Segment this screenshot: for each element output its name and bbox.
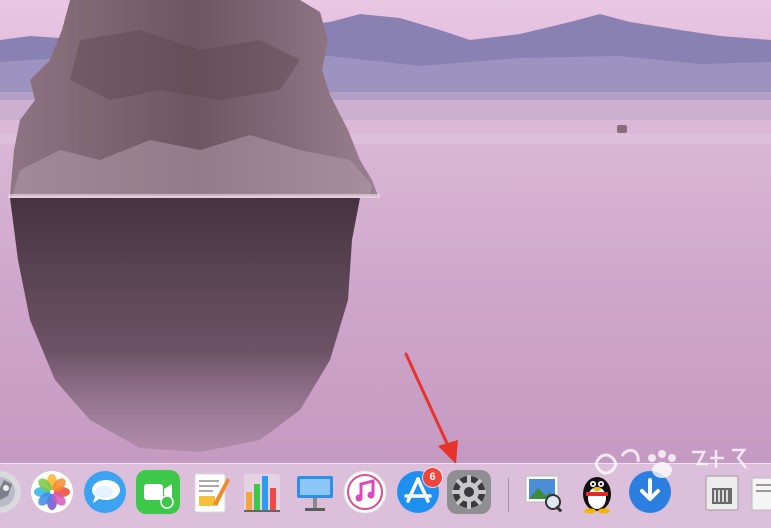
podium-icon	[297, 476, 333, 511]
photo-magnifier-icon	[525, 475, 563, 513]
baidu-watermark-logo	[592, 444, 771, 520]
video-camera-icon	[136, 470, 180, 514]
bar-chart-icon	[244, 474, 280, 512]
music-note-icon	[343, 470, 387, 514]
photos-flower-icon	[31, 471, 73, 513]
pages-app[interactable]	[189, 470, 233, 514]
keynote-app[interactable]	[293, 470, 337, 514]
messages-app[interactable]	[83, 470, 127, 514]
itunes-app[interactable]	[343, 470, 387, 514]
dock-separator	[508, 478, 509, 512]
paw-icon	[594, 448, 747, 478]
preview-app[interactable]	[522, 470, 566, 514]
speech-bubble-icon	[84, 471, 126, 513]
numbers-app[interactable]	[240, 470, 284, 514]
app-store-badge: 6	[423, 468, 442, 487]
annotation-arrow	[404, 352, 458, 464]
photos-app[interactable]	[30, 470, 74, 514]
facetime-app[interactable]	[136, 470, 180, 514]
pen-document-icon	[194, 473, 230, 513]
system-preferences-app[interactable]	[447, 470, 491, 514]
gear-icon	[447, 470, 491, 514]
